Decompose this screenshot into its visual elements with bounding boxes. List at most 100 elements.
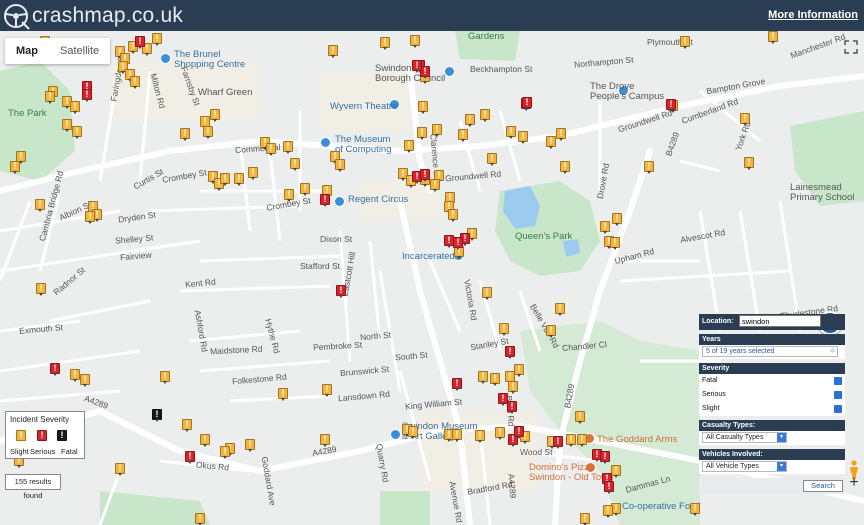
slight-incident-marker[interactable]: ! [432,124,442,138]
slight-incident-marker[interactable]: ! [380,37,390,51]
museum-icon-2[interactable] [390,429,401,440]
slight-incident-marker[interactable]: ! [335,159,345,173]
slight-incident-marker[interactable]: ! [560,161,570,175]
slight-incident-marker[interactable]: ! [182,419,192,433]
more-information-link[interactable]: More Information [768,9,858,21]
serious-incident-marker[interactable]: ! [453,237,463,251]
slight-incident-marker[interactable]: ! [546,325,556,339]
shopping-icon-2[interactable] [334,196,345,207]
serious-checkbox[interactable] [834,391,842,399]
goddard-arms-label[interactable]: The Goddard Arms [597,435,677,445]
serious-incident-marker[interactable]: ! [505,346,515,360]
slight-incident-marker[interactable]: ! [160,371,170,385]
serious-incident-marker[interactable]: ! [50,363,60,377]
slight-incident-marker[interactable]: ! [70,101,80,115]
map-tab[interactable]: Map [5,38,49,64]
casualty-select[interactable]: All Casualty Types ▾ [702,432,787,443]
slight-incident-marker[interactable]: ! [410,35,420,49]
borough-council-label[interactable]: Swindon Borough Council [375,64,445,84]
slight-incident-marker[interactable]: ! [546,136,556,150]
slight-incident-marker[interactable]: ! [555,303,565,317]
slight-incident-marker[interactable]: ! [603,505,613,519]
slight-incident-marker[interactable]: ! [508,381,518,395]
museum-computing-label[interactable]: The Museum of Computing [335,135,392,155]
steering-wheel-icon[interactable] [2,2,30,30]
years-select[interactable]: 5 of 19 years selected ⬦ [702,346,838,357]
slight-incident-marker[interactable]: ! [10,161,20,175]
slight-incident-marker[interactable]: ! [115,463,125,477]
shopping-icon[interactable] [160,53,171,64]
dominos-label[interactable]: Domino's Pizza Swindon - Old Town [529,463,613,483]
slight-incident-marker[interactable]: ! [490,373,500,387]
serious-incident-marker[interactable]: ! [604,481,614,495]
vehicles-select[interactable]: All Vehicle Types ▾ [702,461,787,472]
slight-incident-marker[interactable]: ! [80,374,90,388]
cooperative-label[interactable]: Co-operative Food [622,502,701,512]
fullscreen-icon[interactable] [844,40,858,54]
serious-incident-marker[interactable]: ! [82,89,92,103]
slight-incident-marker[interactable]: ! [465,114,475,128]
incarcerated-label[interactable]: Incarcerated [402,252,455,262]
slight-incident-marker[interactable]: ! [487,153,497,167]
slight-incident-marker[interactable]: ! [518,131,528,145]
fatal-checkbox[interactable] [834,377,842,385]
slight-incident-marker[interactable]: ! [283,141,293,155]
slight-incident-marker[interactable]: ! [448,209,458,223]
site-logo-text[interactable]: crashmap.co.uk [32,4,183,28]
slight-incident-marker[interactable]: ! [36,283,46,297]
slight-incident-marker[interactable]: ! [768,31,778,45]
slight-incident-marker[interactable]: ! [234,173,244,187]
slight-incident-marker[interactable]: ! [300,183,310,197]
serious-incident-marker[interactable]: ! [420,169,430,183]
slight-incident-marker[interactable]: ! [499,323,509,337]
council-icon[interactable] [444,66,455,77]
slight-incident-marker[interactable]: ! [245,439,255,453]
serious-incident-marker[interactable]: ! [336,285,346,299]
slight-incident-marker[interactable]: ! [210,109,220,123]
slight-incident-marker[interactable]: ! [506,126,516,140]
zoom-in-button[interactable]: + [846,475,862,492]
slight-incident-marker[interactable]: ! [575,411,585,425]
slight-incident-marker[interactable]: ! [45,91,55,105]
slight-incident-marker[interactable]: ! [417,127,427,141]
slight-incident-marker[interactable]: ! [580,513,590,525]
slight-incident-marker[interactable]: ! [478,371,488,385]
slight-incident-marker[interactable]: ! [85,211,95,225]
slight-incident-marker[interactable]: ! [556,128,566,142]
slight-incident-marker[interactable]: ! [566,434,576,448]
slight-incident-marker[interactable]: ! [610,237,620,251]
slight-incident-marker[interactable]: ! [418,101,428,115]
slight-incident-marker[interactable]: ! [482,287,492,301]
drove-campus-label[interactable]: The Drove People's Campus [590,82,664,102]
slight-incident-marker[interactable]: ! [290,158,300,172]
slight-incident-marker[interactable]: ! [744,157,754,171]
slight-incident-marker[interactable]: ! [495,427,505,441]
location-input[interactable] [739,315,821,327]
slight-incident-marker[interactable]: ! [322,384,332,398]
slight-incident-marker[interactable]: ! [70,369,80,383]
slight-incident-marker[interactable]: ! [408,426,418,440]
slight-incident-marker[interactable]: ! [220,173,230,187]
slight-incident-marker[interactable]: ! [266,143,276,157]
slight-incident-marker[interactable]: ! [458,129,468,143]
search-button[interactable]: Search [803,480,843,492]
serious-incident-marker[interactable]: ! [452,378,462,392]
slight-incident-marker[interactable]: ! [278,388,288,402]
slight-incident-marker[interactable]: ! [203,126,213,140]
slight-incident-marker[interactable]: ! [430,179,440,193]
satellite-tab[interactable]: Satellite [49,38,110,64]
queens-park-label[interactable]: Queen's Park [515,232,572,242]
slight-incident-marker[interactable]: ! [690,503,700,517]
slight-incident-marker[interactable]: ! [195,513,205,525]
slight-incident-marker[interactable]: ! [320,434,330,448]
regent-circus-label[interactable]: Regent Circus [348,195,408,205]
serious-incident-marker[interactable]: ! [185,451,195,465]
lainesmead-label[interactable]: Lainesmead Primary School [790,183,854,203]
serious-incident-marker[interactable]: ! [412,60,422,74]
slight-incident-marker[interactable]: ! [740,113,750,127]
slight-incident-marker[interactable]: ! [480,109,490,123]
slight-incident-marker[interactable]: ! [644,161,654,175]
slight-incident-marker[interactable]: ! [152,33,162,47]
serious-incident-marker[interactable]: ! [522,97,532,111]
slight-incident-marker[interactable]: ! [328,45,338,59]
